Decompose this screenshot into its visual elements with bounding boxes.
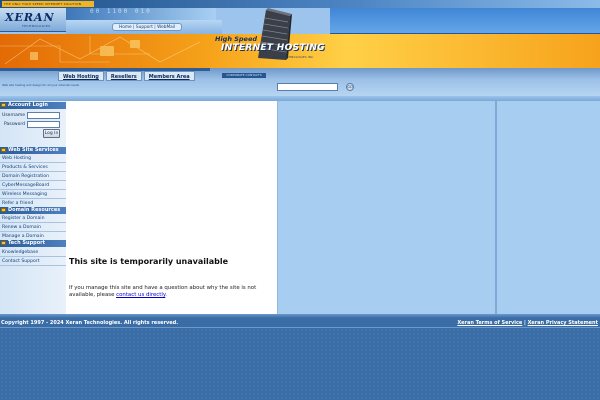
section-title: Web Site Services xyxy=(8,147,59,153)
folder-icon xyxy=(1,241,6,245)
sidebar-item-domain-registration[interactable]: Domain Registration xyxy=(0,172,66,181)
middle-column xyxy=(277,101,495,314)
nav-tab-web-hosting[interactable]: Web Hosting xyxy=(58,71,104,81)
nav-tab-resellers[interactable]: Resellers xyxy=(105,71,142,81)
sidebar-item-label: Wireless Messaging xyxy=(2,192,48,197)
top-link-support[interactable]: Support xyxy=(136,25,153,30)
folder-icon xyxy=(1,148,6,152)
go-button[interactable]: GO xyxy=(346,83,354,91)
sidebar-item-label: Register a Domain xyxy=(2,216,45,221)
main-nav: Web Hosting Resellers Members Area xyxy=(58,71,197,81)
right-column xyxy=(495,101,600,314)
section-header-account-login: Account Login xyxy=(0,102,66,109)
sidebar-item-renew-domain[interactable]: Renew a Domain xyxy=(0,223,66,232)
sidebar-item-products-services[interactable]: Products & Services xyxy=(0,163,66,172)
headline-internet-hosting: INTERNET HOSTING xyxy=(221,43,325,53)
terms-link[interactable]: Xeran Terms of Service xyxy=(457,320,522,326)
main-content xyxy=(66,101,277,314)
folder-icon xyxy=(1,208,6,212)
marquee-text: Web site hosting and design for all your… xyxy=(2,83,79,87)
top-link-home[interactable]: Home xyxy=(119,25,132,30)
section-title: Tech Support xyxy=(8,240,46,246)
copyright-text: Copyright 1997 - 2024 Xeran Technologies… xyxy=(1,320,179,326)
password-label: Password xyxy=(3,122,25,127)
section-header-web-site-services: Web Site Services xyxy=(0,147,66,154)
sidebar-item-label: Renew a Domain xyxy=(2,225,41,230)
sidebar-item-web-hosting[interactable]: Web Hosting xyxy=(0,154,66,163)
sidebar-item-label: CyberMessageBoard xyxy=(2,183,50,188)
contact-link[interactable]: contact us directly xyxy=(116,292,165,298)
logo-subtitle: TECHNOLOGIES xyxy=(22,24,51,28)
top-link-webmail[interactable]: WebMail xyxy=(157,25,175,30)
nav-tab-members-area[interactable]: Members Area xyxy=(143,71,195,81)
error-title: This site is temporarily unavailable xyxy=(69,257,229,266)
sidebar-item-label: Products & Services xyxy=(2,165,48,170)
username-input[interactable] xyxy=(27,112,60,119)
footer-top-edge xyxy=(0,314,600,318)
sidebar-item-label: Domain Registration xyxy=(2,174,49,179)
headline-high-speed: High Speed xyxy=(215,35,258,43)
section-title: Account Login xyxy=(8,102,48,108)
sidebar-item-label: Manage a Domain xyxy=(2,234,44,239)
circuit-graphic xyxy=(0,36,201,65)
logo[interactable]: XERAN xyxy=(5,11,55,24)
sidebar-item-register-domain[interactable]: Register a Domain xyxy=(0,214,66,223)
sidebar-item-contact-support[interactable]: Contact Support xyxy=(0,257,66,266)
sidebar-item-knowledgebase[interactable]: Knowledgebase xyxy=(0,248,66,257)
binary-digits-decoration: 00 1100 010 xyxy=(90,8,152,15)
tagline: THE ONLY HIGH SPEED INTERNET SOLUTION xyxy=(2,1,94,7)
section-title: Domain Resources xyxy=(8,207,61,213)
error-message: If you manage this site and have a quest… xyxy=(69,285,269,299)
login-button[interactable]: Log In xyxy=(43,129,60,138)
footer-links: Xeran Terms of Service | Xeran Privacy S… xyxy=(457,320,598,326)
headline-company: XERAN TECHNOLOGIES INC. xyxy=(272,55,315,59)
footer-pattern xyxy=(0,328,600,400)
section-header-tech-support: Tech Support xyxy=(0,240,66,247)
sidebar-item-label: Knowledgebase xyxy=(2,250,39,255)
sidebar-item-wireless-messaging[interactable]: Wireless Messaging xyxy=(0,190,66,199)
search-input[interactable] xyxy=(277,83,338,91)
sidebar-item-label: Web Hosting xyxy=(2,156,32,161)
sidebar-item-label: Refer a friend xyxy=(2,201,34,206)
header-right-band xyxy=(330,8,600,34)
nav-label: CORPORATE CONTACTS xyxy=(222,73,266,78)
username-label: Username xyxy=(2,113,25,118)
privacy-link[interactable]: Xeran Privacy Statement xyxy=(528,320,598,326)
sidebar-item-label: Contact Support xyxy=(2,259,40,264)
section-header-domain-resources: Domain Resources xyxy=(0,207,66,214)
password-input[interactable] xyxy=(27,121,60,128)
error-message-end: . xyxy=(165,292,168,298)
folder-icon xyxy=(1,103,6,107)
top-links: Home | Support | WebMail xyxy=(112,23,183,31)
sidebar-item-cybermessageboard[interactable]: CyberMessageBoard xyxy=(0,181,66,190)
